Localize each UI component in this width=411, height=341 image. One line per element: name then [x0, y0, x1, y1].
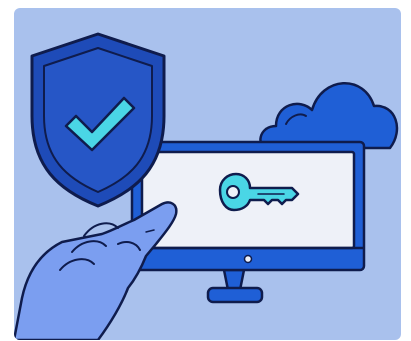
illustration-canvas [14, 32, 399, 340]
page [0, 0, 411, 341]
security-illustration [14, 8, 401, 340]
cloud-icon [259, 82, 399, 150]
